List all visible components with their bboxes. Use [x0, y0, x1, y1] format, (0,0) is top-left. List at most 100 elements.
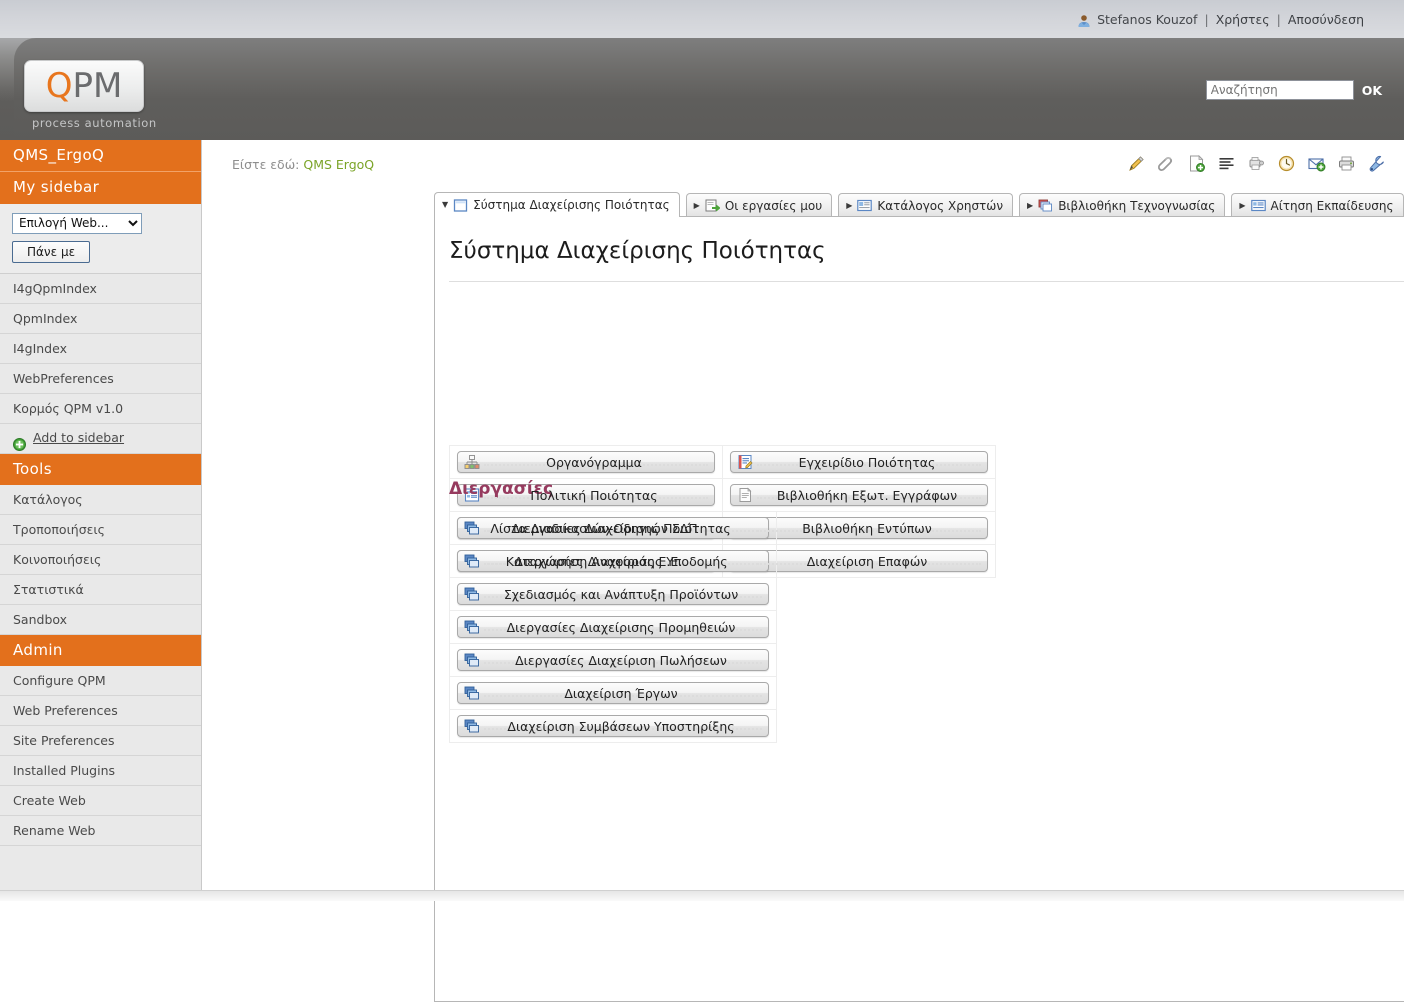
- notebook-icon: [737, 454, 753, 470]
- process-stack-icon: [464, 652, 480, 668]
- users-link[interactable]: Χρήστες: [1216, 12, 1270, 27]
- sidebar-tools-title: Tools: [0, 453, 201, 485]
- sidebar-item-web-preferences[interactable]: Web Preferences: [0, 695, 201, 726]
- user-icon: [1077, 14, 1091, 28]
- process-label: Διεργασίες Διαχείριση Πωλήσεων: [515, 652, 727, 668]
- tab-label: Κατάλογος Χρηστών: [877, 198, 1004, 213]
- sidebar-item-kormos-qpm[interactable]: Κορμός QPM v1.0: [0, 393, 201, 424]
- sidebar-item-installed-plugins[interactable]: Installed Plugins: [0, 755, 201, 786]
- quicklink-organogramma[interactable]: Οργανόγραμμα: [457, 451, 715, 473]
- table-row: Οργανόγραμμα Εγχειρίδιο Ποιότητας: [449, 445, 996, 479]
- web-select[interactable]: Επιλογή Web...: [12, 212, 142, 234]
- quicklink-egxeiridio-poiotitas[interactable]: Εγχειρίδιο Ποιότητας: [730, 451, 988, 473]
- processes-grid: Διεργασίες Διαχείρισης Ποιότητας Διεργασ…: [449, 511, 777, 743]
- process-diaxeirisis-ypodomis[interactable]: Διεργασίες Διαχείρισης Υποδομής: [457, 550, 769, 572]
- search-ok-button[interactable]: OK: [1362, 83, 1382, 98]
- sidebar-item-site-preferences[interactable]: Site Preferences: [0, 725, 201, 756]
- logout-link[interactable]: Αποσύνδεση: [1288, 12, 1364, 27]
- quicklink-label: Εγχειρίδιο Ποιότητας: [798, 454, 936, 470]
- chevron-right-icon: ▶: [846, 200, 853, 210]
- tab-label: Βιβλιοθήκη Τεχνογνωσίας: [1058, 198, 1216, 213]
- process-diaxeirisis-promitheion[interactable]: Διεργασίες Διαχείρισης Προμηθειών: [457, 616, 769, 638]
- qpm-logo-q: Q: [45, 66, 73, 106]
- sidebar-item-webpreferences[interactable]: WebPreferences: [0, 363, 201, 394]
- table-row: Διαχείριση Συμβάσεων Υποστηρίξης: [449, 709, 777, 743]
- sidebar-item-configure-qpm[interactable]: Configure QPM: [0, 665, 201, 696]
- plus-circle-icon: [13, 432, 26, 451]
- process-label: Διαχείριση Συμβάσεων Υποστηρίξης: [507, 718, 735, 734]
- grid-cell: Διαχείριση Έργων: [449, 676, 777, 710]
- chevron-right-icon: ▶: [1027, 200, 1034, 210]
- go-to-web-button[interactable]: Πάνε με: [12, 240, 91, 263]
- top-utility-bar: Stefanos Kouzof | Χρήστες | Αποσύνδεση: [0, 0, 1404, 38]
- breadcrumb-link-qms-ergoq[interactable]: QMS ErgoQ: [303, 157, 374, 172]
- table-row: Διεργασίες Διαχείρισης Ποιότητας: [449, 511, 777, 545]
- sidebar-item-sandbox[interactable]: Sandbox: [0, 604, 201, 635]
- sidebar-item-qpmindex[interactable]: QpmIndex: [0, 303, 201, 334]
- tab-aitisi-ekpaideusis[interactable]: ▶ Αίτηση Εκπαίδευσης: [1231, 193, 1404, 217]
- notify-mail-icon[interactable]: [1307, 154, 1326, 173]
- process-diaxeirisis-poiotitas[interactable]: Διεργασίες Διαχείρισης Ποιότητας: [457, 517, 769, 539]
- tab-label: Σύστημα Διαχείρισης Ποιότητας: [473, 198, 670, 212]
- content-panel: Σύστημα Διαχείρισης Ποιότητας Οργανόγραμ…: [434, 216, 1404, 1002]
- add-to-sidebar-label: Add to sidebar: [33, 430, 125, 445]
- page-title: Σύστημα Διαχείρισης Ποιότητας: [449, 238, 826, 264]
- qpm-logo[interactable]: QPM: [24, 60, 144, 112]
- grid-cell: Διεργασίες Διαχείρισης Ποιότητας: [449, 511, 777, 545]
- sidebar-web-title: QMS_ErgoQ: [0, 140, 201, 171]
- grid-cell: Διεργασίες Διαχείριση Πωλήσεων: [449, 643, 777, 677]
- breadcrumb-prefix: Είστε εδώ:: [232, 157, 300, 172]
- grid-cell: Διεργασίες Διαχείρισης Υποδομής: [449, 544, 777, 578]
- sidebar-item-create-web[interactable]: Create Web: [0, 785, 201, 816]
- topbar-separator-2: |: [1276, 11, 1281, 27]
- raw-view-icon[interactable]: [1247, 154, 1266, 173]
- table-row: Σχεδιασμός και Ανάπτυξη Προϊόντων: [449, 577, 777, 611]
- process-sxediasmos-anaptyxi-proionton[interactable]: Σχεδιασμός και Ανάπτυξη Προϊόντων: [457, 583, 769, 605]
- quicklink-label: Διαχείριση Επαφών: [806, 553, 928, 569]
- sidebar-item-koinopoiiseis[interactable]: Κοινοποιήσεις: [0, 544, 201, 575]
- quicklink-label: Βιβλιοθήκη Εξωτ. Εγγράφων: [776, 487, 958, 503]
- edit-pencil-icon[interactable]: [1127, 154, 1146, 173]
- history-clock-icon[interactable]: [1277, 154, 1296, 173]
- main-content: Είστε εδώ: QMS ErgoQ ▼ Σύστημα Διαχείρισ…: [202, 140, 1404, 1002]
- tab-oi-ergasies-mou[interactable]: ▶ Οι εργασίες μου: [685, 193, 833, 217]
- topbar-separator-1: |: [1204, 11, 1209, 27]
- index-list-icon[interactable]: [1217, 154, 1236, 173]
- process-diaxeirisi-poliseon[interactable]: Διεργασίες Διαχείριση Πωλήσεων: [457, 649, 769, 671]
- process-stack-icon: [464, 520, 480, 536]
- page-tool-icons: [1127, 154, 1386, 173]
- print-icon[interactable]: [1337, 154, 1356, 173]
- process-diaxeirisi-symvaseon-ypostirixis[interactable]: Διαχείριση Συμβάσεων Υποστηρίξης: [457, 715, 769, 737]
- new-page-icon[interactable]: [1187, 154, 1206, 173]
- sidebar: QMS_ErgoQ My sidebar Επιλογή Web... Πάνε…: [0, 140, 202, 890]
- tab-katalogos-xriston[interactable]: ▶ Κατάλογος Χρηστών: [838, 193, 1014, 217]
- attach-paperclip-icon[interactable]: [1157, 154, 1176, 173]
- grid-cell: Βιβλιοθήκη Εξωτ. Εγγράφων: [722, 478, 996, 512]
- process-stack-icon: [464, 619, 480, 635]
- sidebar-item-katalogos[interactable]: Κατάλογος: [0, 484, 201, 515]
- sidebar-item-rename-web[interactable]: Rename Web: [0, 815, 201, 846]
- grid-cell: Διαχείριση Συμβάσεων Υποστηρίξης: [449, 709, 777, 743]
- quicklink-label: Πολιτική Ποιότητας: [530, 487, 658, 503]
- sidebar-item-i4gindex[interactable]: I4gIndex: [0, 333, 201, 364]
- sidebar-add-to-sidebar[interactable]: Add to sidebar: [0, 423, 201, 454]
- process-diaxeirisi-ergon[interactable]: Διαχείριση Έργων: [457, 682, 769, 704]
- sidebar-item-statistika[interactable]: Στατιστικά: [0, 574, 201, 605]
- more-wrench-icon[interactable]: [1367, 154, 1386, 173]
- tab-vivliothiki-texnognosias[interactable]: ▶ Βιβλιοθήκη Τεχνογνωσίας: [1019, 193, 1226, 217]
- title-divider: [449, 281, 1404, 282]
- tab-systima-diaxeirisis-poiotitas[interactable]: ▼ Σύστημα Διαχείρισης Ποιότητας: [434, 192, 680, 217]
- quicklink-vivliothiki-exot-eggrafon[interactable]: Βιβλιοθήκη Εξωτ. Εγγράφων: [730, 484, 988, 506]
- user-card-icon: [857, 199, 873, 212]
- process-label: Διαχείριση Έργων: [564, 685, 678, 701]
- sidebar-item-i4gqpmindex[interactable]: I4gQpmIndex: [0, 273, 201, 304]
- process-label: Διεργασίες Διαχείρισης Υποδομής: [514, 553, 728, 569]
- page-footer: [0, 890, 1404, 901]
- app-header: QPM process automation OK: [0, 38, 1404, 140]
- tab-bar: ▼ Σύστημα Διαχείρισης Ποιότητας ▶ Οι εργ…: [434, 192, 1404, 217]
- search-input[interactable]: [1205, 80, 1354, 100]
- library-stack-icon: [1038, 199, 1053, 212]
- sidebar-item-tropopoiiseis[interactable]: Τροποποιήσεις: [0, 514, 201, 545]
- table-row: Διαχείριση Έργων: [449, 676, 777, 710]
- quicklink-politiki-poiotitas[interactable]: Πολιτική Ποιότητας: [457, 484, 715, 506]
